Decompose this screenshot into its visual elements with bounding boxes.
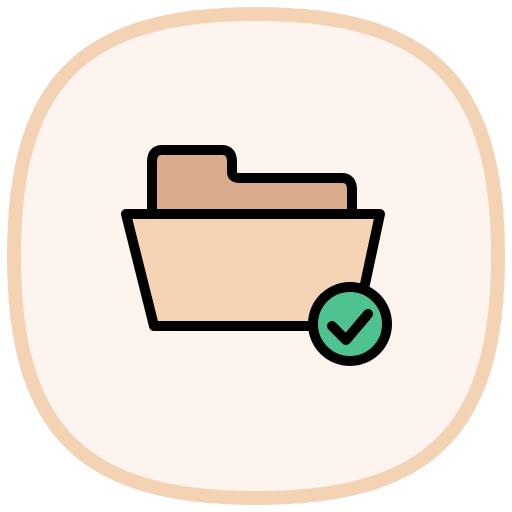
folder-check-icon xyxy=(6,6,506,506)
check-badge-icon xyxy=(308,282,392,366)
folder-check-app-icon xyxy=(0,0,512,512)
